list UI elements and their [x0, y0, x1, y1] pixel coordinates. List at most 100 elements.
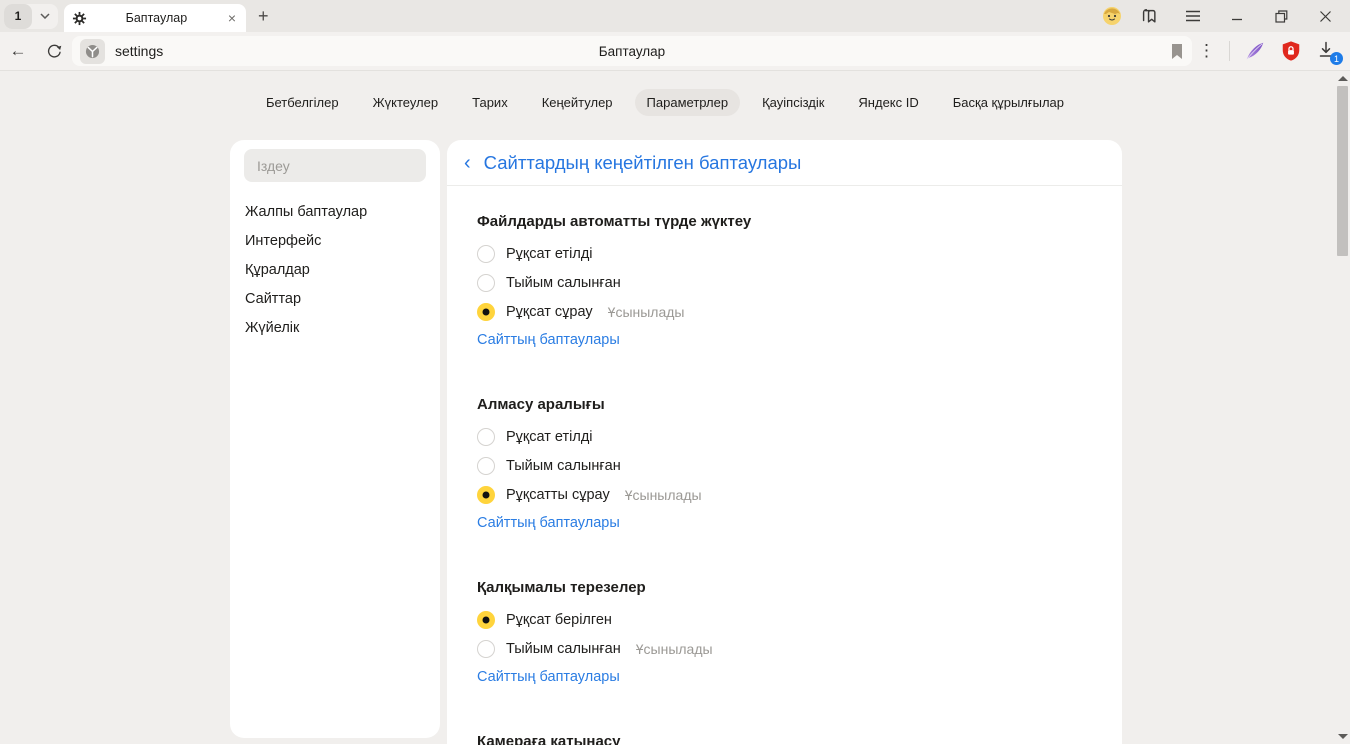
site-settings-link[interactable]: Сайттың баптаулары [477, 515, 620, 531]
tab-extensions[interactable]: Кеңейтулер [530, 89, 625, 116]
url-field[interactable]: settings Баптаулар [72, 36, 1192, 66]
radio-option[interactable]: Рұқсат берілген [477, 605, 1092, 634]
radio-icon-selected[interactable] [477, 303, 495, 321]
tab-close-button[interactable]: × [226, 10, 238, 26]
protect-shield-icon[interactable] [1280, 40, 1302, 62]
collections-icon [1140, 7, 1158, 25]
reload-icon [46, 43, 63, 60]
tab-yandex-id[interactable]: Яндекс ID [846, 89, 930, 116]
settings-page: Бетбелгілер Жүктеулер Тарих Кеңейтулер П… [0, 71, 1350, 744]
restore-icon [1275, 10, 1288, 23]
site-settings-link[interactable]: Сайттың баптаулары [477, 332, 620, 348]
settings-nav-tabs: Бетбелгілер Жүктеулер Тарих Кеңейтулер П… [0, 89, 1330, 116]
sidebar-item-system[interactable]: Жүйелік [244, 313, 426, 342]
browser-tab-settings[interactable]: Баптаулар × [64, 4, 246, 32]
section-clipboard: Алмасу аралығы Рұқсат етілді Тыйым салын… [477, 396, 1092, 532]
section-auto-download: Файлдарды автоматты түрде жүктеу Рұқсат … [477, 213, 1092, 349]
radio-option[interactable]: Тыйым салынған Ұсынылады [477, 634, 1092, 663]
radio-option[interactable]: Тыйым салынған [477, 451, 1092, 480]
page-actions-kebab-button[interactable]: ⋮ [1198, 41, 1215, 61]
bookmark-button[interactable] [1170, 43, 1184, 60]
radio-icon[interactable] [477, 245, 495, 263]
neuro-feather-icon[interactable] [1244, 40, 1266, 62]
url-text: settings [115, 43, 163, 59]
radio-label: Тыйым салынған [506, 275, 621, 291]
radio-label: Рұқсат берілген [506, 612, 612, 628]
recommended-badge: Ұсынылады [608, 304, 685, 320]
section-camera-access: Камераға қатынасу ov9734_azurewave_camer… [477, 733, 1092, 745]
section-title: Файлдарды автоматты түрде жүктеу [477, 213, 1092, 230]
radio-icon[interactable] [477, 428, 495, 446]
radio-icon[interactable] [477, 274, 495, 292]
window-minimize-button[interactable] [1220, 2, 1254, 30]
radio-label: Рұқсатты сұрау [506, 487, 610, 503]
new-tab-button[interactable]: + [258, 6, 269, 27]
address-bar: ← settings Баптаулар ⋮ [0, 32, 1350, 71]
sidebar-item-interface[interactable]: Интерфейс [244, 226, 426, 255]
page-title: Сайттардың кеңейтілген баптаулары [484, 152, 802, 174]
sidebar-item-general[interactable]: Жалпы баптаулар [244, 197, 426, 226]
radio-icon[interactable] [477, 457, 495, 475]
download-count-badge: 1 [1330, 52, 1343, 65]
yandex-browser-icon [85, 44, 100, 59]
window-restore-button[interactable] [1264, 2, 1298, 30]
close-icon [1319, 10, 1332, 23]
radio-option[interactable]: Тыйым салынған [477, 268, 1092, 297]
tab-bookmarks[interactable]: Бетбелгілер [254, 89, 351, 116]
tab-list-chevron-button[interactable] [32, 13, 58, 19]
search-input[interactable] [244, 149, 426, 182]
settings-content: ‹ Сайттардың кеңейтілген баптаулары Файл… [447, 140, 1122, 745]
scroll-up-arrow-icon[interactable] [1338, 76, 1348, 81]
site-settings-link[interactable]: Сайттың баптаулары [477, 669, 620, 685]
tab-security[interactable]: Қауіпсіздік [750, 89, 836, 116]
section-title: Алмасу аралығы [477, 396, 1092, 413]
radio-label: Рұқсат етілді [506, 246, 593, 262]
radio-icon[interactable] [477, 640, 495, 658]
radio-label: Тыйым салынған [506, 458, 621, 474]
reload-button[interactable] [36, 43, 72, 60]
tab-counter-group[interactable]: 1 [4, 4, 58, 29]
sidebar-item-tools[interactable]: Құралдар [244, 255, 426, 284]
settings-sidebar: Жалпы баптаулар Интерфейс Құралдар Сайтт… [230, 140, 440, 738]
radio-option[interactable]: Рұқсат етілді [477, 239, 1092, 268]
section-title: Камераға қатынасу [477, 733, 1092, 745]
tab-history[interactable]: Тарих [460, 89, 520, 116]
radio-icon-selected[interactable] [477, 611, 495, 629]
scroll-down-arrow-icon[interactable] [1338, 734, 1348, 739]
tab-other-devices[interactable]: Басқа құрылғылар [941, 89, 1076, 116]
radio-option[interactable]: Рұқсатты сұрау Ұсынылады [477, 480, 1092, 509]
recommended-badge: Ұсынылады [625, 487, 702, 503]
tab-settings[interactable]: Параметрлер [635, 89, 741, 116]
page-scrollbar[interactable] [1335, 71, 1350, 744]
radio-label: Рұқсат етілді [506, 429, 593, 445]
window-close-button[interactable] [1308, 2, 1342, 30]
address-page-title: Баптаулар [72, 44, 1192, 59]
browser-menu-button[interactable] [1176, 2, 1210, 30]
radio-label: Тыйым салынған [506, 641, 621, 657]
tab-downloads[interactable]: Жүктеулер [361, 89, 451, 116]
downloads-button[interactable]: 1 [1316, 40, 1338, 62]
scrollbar-thumb[interactable] [1337, 86, 1348, 256]
toolbar-divider [1229, 41, 1230, 61]
content-header[interactable]: ‹ Сайттардың кеңейтілген баптаулары [447, 140, 1122, 186]
radio-option[interactable]: Рұқсат сұрау Ұсынылады [477, 297, 1092, 326]
radio-label: Рұқсат сұрау [506, 304, 593, 320]
back-button[interactable]: ← [0, 41, 36, 61]
recommended-badge: Ұсынылады [636, 641, 713, 657]
minimize-icon [1231, 10, 1243, 22]
back-chevron-icon[interactable]: ‹ [464, 153, 471, 173]
titlebar: 1 Баптаула [0, 0, 1350, 32]
tab-counter[interactable]: 1 [4, 4, 32, 29]
site-badge[interactable] [80, 39, 105, 64]
radio-option[interactable]: Рұқсат етілді [477, 422, 1092, 451]
section-title: Қалқымалы терезелер [477, 579, 1092, 596]
hamburger-icon [1185, 10, 1201, 22]
gear-icon [72, 11, 87, 26]
section-popups: Қалқымалы терезелер Рұқсат берілген Тыйы… [477, 579, 1092, 686]
chevron-down-icon [40, 13, 50, 19]
avatar[interactable] [1102, 6, 1122, 26]
tab-title: Баптаулар [87, 11, 226, 25]
radio-icon-selected[interactable] [477, 486, 495, 504]
tabs-overview-button[interactable] [1132, 2, 1166, 30]
sidebar-item-sites[interactable]: Сайттар [244, 284, 426, 313]
